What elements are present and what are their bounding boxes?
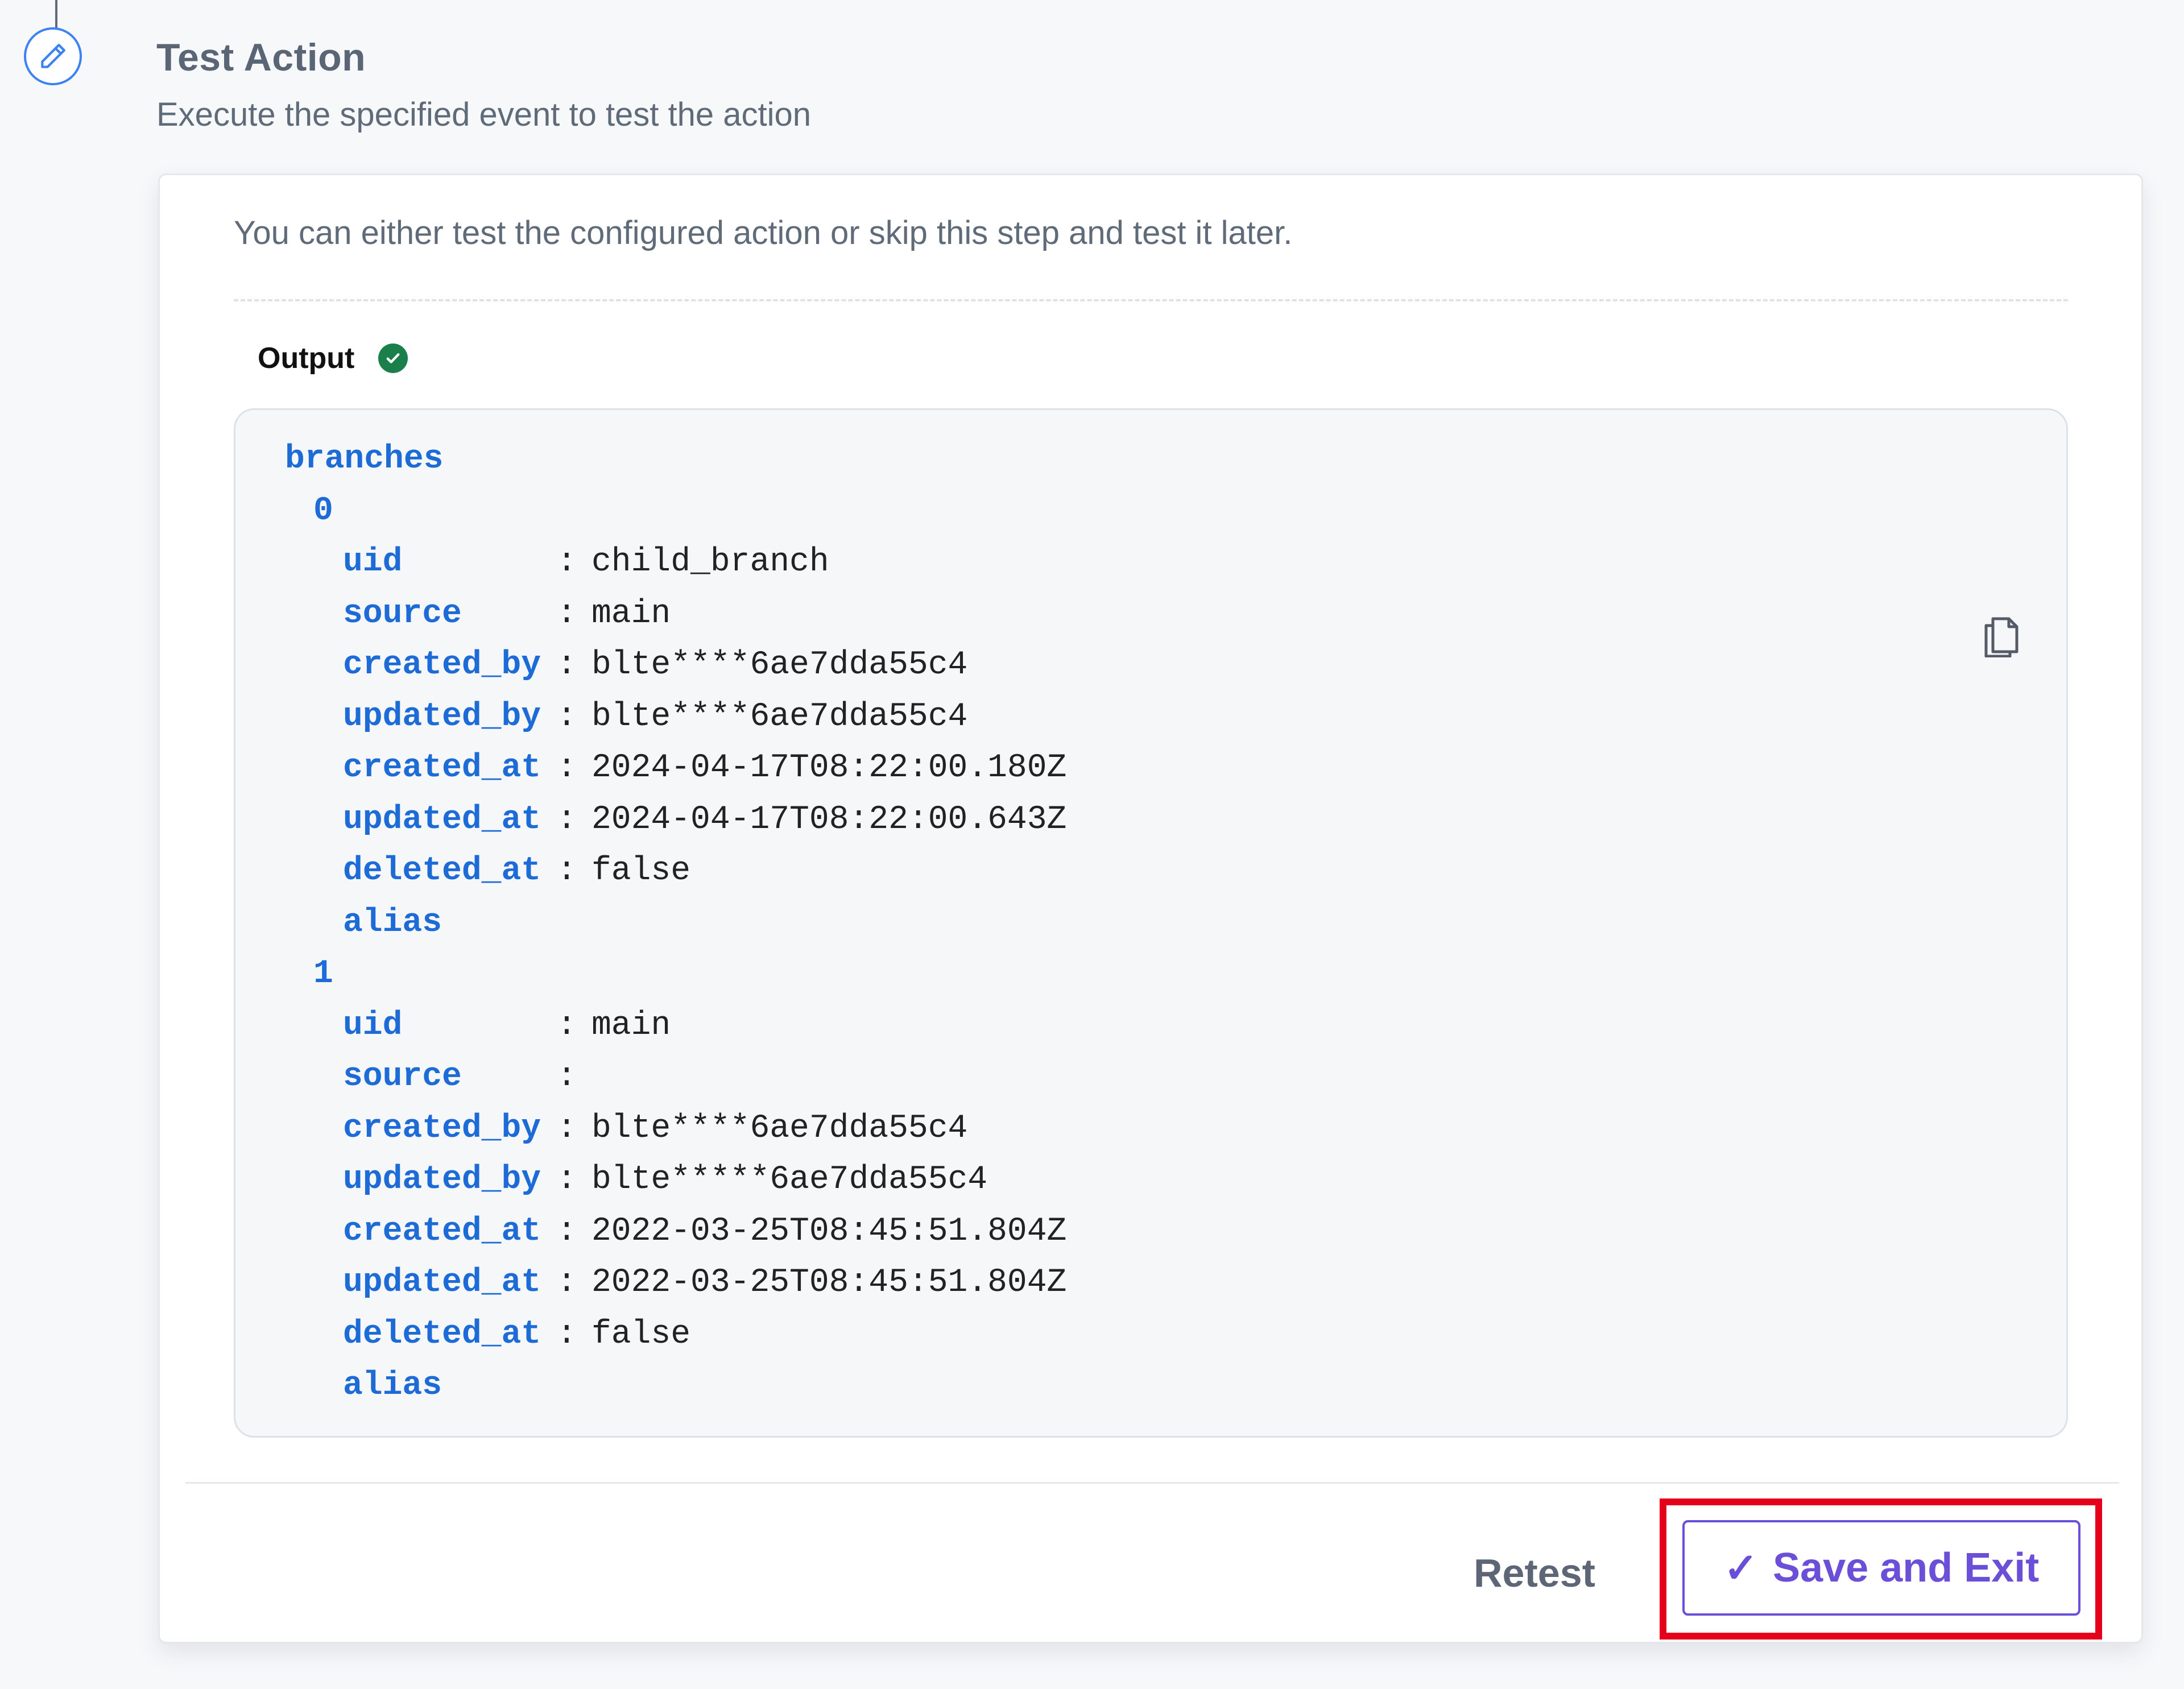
- output-field-key: source: [343, 1058, 462, 1095]
- step-connector-line: [55, 0, 57, 28]
- output-field-row: uid: main: [343, 1007, 671, 1044]
- output-item-index: 1: [313, 955, 333, 992]
- output-field-key-trailing: alias: [343, 1367, 442, 1404]
- output-field-value: blte****6ae7dda55c4: [592, 1110, 968, 1147]
- output-field-key: created_at: [343, 750, 541, 786]
- output-field-key-trailing: alias: [343, 904, 442, 941]
- step-title: Test Action: [156, 36, 366, 79]
- output-field-row: created_at:2024-04-17T08:22:00.180Z: [343, 750, 1067, 786]
- copy-icon[interactable]: [1982, 612, 2021, 658]
- retest-button[interactable]: Retest: [1474, 1536, 1595, 1610]
- output-field-value: blte****6ae7dda55c4: [592, 647, 968, 684]
- step-subtitle: Execute the specified event to test the …: [156, 96, 812, 133]
- output-field-key: deleted_at: [343, 852, 541, 889]
- dashed-divider: [234, 299, 2068, 301]
- output-field-key: source: [343, 595, 462, 632]
- output-field-value: main: [592, 1007, 671, 1044]
- output-field-key: created_by: [343, 647, 541, 684]
- output-field-row: source: main: [343, 595, 671, 632]
- output-label: Output: [258, 342, 355, 375]
- output-field-value: false: [592, 1315, 691, 1353]
- output-header: Output: [258, 341, 408, 375]
- output-field-key: updated_at: [343, 1264, 541, 1301]
- output-field-key: updated_by: [343, 698, 541, 735]
- output-field-value: 2024-04-17T08:22:00.180Z: [592, 750, 1067, 786]
- output-root-key: branches: [285, 441, 444, 478]
- output-code-block: branches 0 uid: child_branch source: main crea…: [234, 408, 2068, 1438]
- output-field-row: uid: child_branch: [343, 544, 829, 581]
- pencil-icon: [24, 27, 82, 85]
- output-field-value: blte*****6ae7dda55c4: [592, 1161, 988, 1198]
- output-field-key: updated_at: [343, 801, 541, 838]
- output-field-key: created_by: [343, 1110, 541, 1147]
- output-field-key: deleted_at: [343, 1315, 541, 1353]
- output-field-value: 2022-03-25T08:45:51.804Z: [592, 1212, 1067, 1250]
- output-field-key: updated_by: [343, 1161, 541, 1198]
- card-description: You can either test the configured actio…: [234, 214, 1293, 251]
- output-field-row: deleted_at: false: [343, 852, 691, 889]
- test-action-card: You can either test the configured actio…: [158, 173, 2143, 1644]
- output-field-row: updated_by: blte****6ae7dda55c4: [343, 698, 968, 735]
- output-field-value: main: [592, 595, 671, 632]
- output-field-value: 2024-04-17T08:22:00.643Z: [592, 801, 1067, 838]
- output-field-row: updated_at:2024-04-17T08:22:00.643Z: [343, 801, 1067, 838]
- output-field-key: created_at: [343, 1212, 541, 1250]
- output-field-row: deleted_at: false: [343, 1315, 691, 1353]
- output-field-row: created_by: blte****6ae7dda55c4: [343, 647, 968, 684]
- output-field-key: uid: [343, 1007, 403, 1044]
- output-field-row: updated_by: blte*****6ae7dda55c4: [343, 1161, 988, 1198]
- output-field-value: child_branch: [592, 544, 829, 581]
- output-field-value: blte****6ae7dda55c4: [592, 698, 968, 735]
- check-circle-icon: [378, 343, 408, 373]
- save-and-exit-label: Save and Exit: [1773, 1545, 2040, 1591]
- output-field-row: updated_at:2022-03-25T08:45:51.804Z: [343, 1264, 1067, 1301]
- output-field-value: 2022-03-25T08:45:51.804Z: [592, 1264, 1067, 1301]
- output-field-row: source:: [343, 1058, 577, 1095]
- footer-divider: [185, 1482, 2119, 1484]
- output-field-value: false: [592, 852, 691, 889]
- output-item-index: 0: [313, 492, 333, 529]
- output-field-row: created_by: blte****6ae7dda55c4: [343, 1110, 968, 1147]
- save-and-exit-button[interactable]: ✓ Save and Exit: [1682, 1520, 2080, 1616]
- test-action-step: Test Action Execute the specified event …: [0, 0, 2184, 1689]
- output-field-key: uid: [343, 544, 403, 581]
- output-field-row: created_at:2022-03-25T08:45:51.804Z: [343, 1212, 1067, 1250]
- checkmark-icon: ✓: [1723, 1546, 1759, 1591]
